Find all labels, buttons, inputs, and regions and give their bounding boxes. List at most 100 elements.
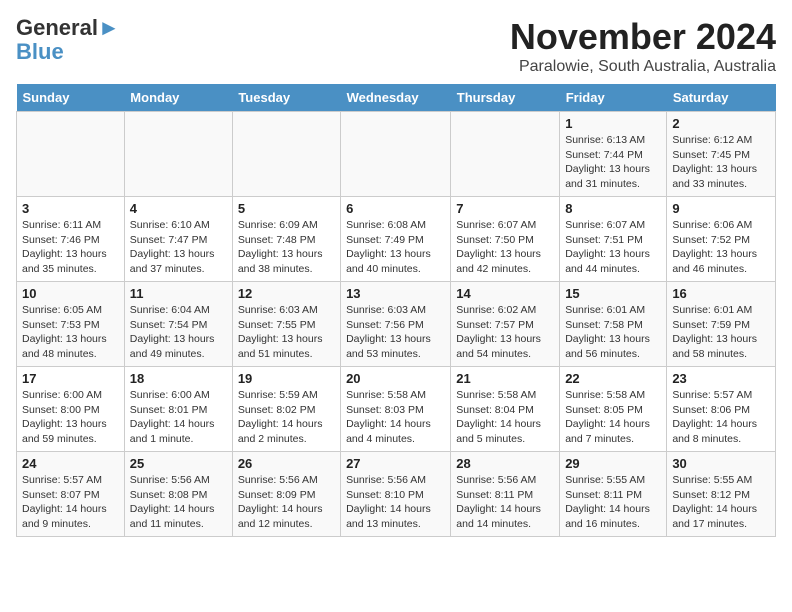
day-info: Sunrise: 6:07 AMSunset: 7:51 PMDaylight:… [565, 218, 661, 277]
calendar-cell: 17Sunrise: 6:00 AMSunset: 8:00 PMDayligh… [17, 367, 125, 452]
calendar-cell: 13 Sunrise: 6:03 AMSunset: 7:56 PMDayligh… [341, 282, 451, 367]
calendar-cell: 4 Sunrise: 6:10 AMSunset: 7:47 PMDaylight… [124, 197, 232, 282]
calendar-cell: 15 Sunrise: 6:01 AMSunset: 7:58 PMDayligh… [560, 282, 667, 367]
calendar-week-row: 10 Sunrise: 6:05 AMSunset: 7:53 PMDayligh… [17, 282, 776, 367]
calendar-cell: 20 Sunrise: 5:58 AMSunset: 8:03 PMDayligh… [341, 367, 451, 452]
day-info: Sunrise: 6:01 AMSunset: 7:58 PMDaylight:… [565, 303, 661, 362]
calendar-cell [451, 112, 560, 197]
day-info: Sunrise: 5:57 AMSunset: 8:07 PMDaylight:… [22, 473, 119, 532]
day-number: 3 [22, 201, 119, 216]
weekday-header-sunday: Sunday [17, 84, 125, 112]
day-number: 12 [238, 286, 335, 301]
day-info: Sunrise: 5:56 AMSunset: 8:10 PMDaylight:… [346, 473, 445, 532]
logo: General► Blue [16, 16, 120, 64]
day-number: 27 [346, 456, 445, 471]
calendar-cell [232, 112, 340, 197]
calendar-cell: 5Sunrise: 6:09 AMSunset: 7:48 PMDaylight… [232, 197, 340, 282]
day-info: Sunrise: 5:56 AMSunset: 8:09 PMDaylight:… [238, 473, 335, 532]
calendar-cell: 21Sunrise: 5:58 AMSunset: 8:04 PMDayligh… [451, 367, 560, 452]
calendar-subtitle: Paralowie, South Australia, Australia [510, 58, 776, 76]
calendar-cell: 10 Sunrise: 6:05 AMSunset: 7:53 PMDayligh… [17, 282, 125, 367]
day-number: 20 [346, 371, 445, 386]
calendar-cell: 2Sunrise: 6:12 AMSunset: 7:45 PMDaylight… [667, 112, 776, 197]
calendar-title: November 2024 [510, 16, 776, 58]
calendar-cell [341, 112, 451, 197]
day-number: 24 [22, 456, 119, 471]
day-number: 18 [130, 371, 227, 386]
day-info: Sunrise: 6:10 AMSunset: 7:47 PMDaylight:… [130, 218, 227, 277]
weekday-header-tuesday: Tuesday [232, 84, 340, 112]
weekday-header-wednesday: Wednesday [341, 84, 451, 112]
day-number: 13 [346, 286, 445, 301]
day-info: Sunrise: 6:11 AMSunset: 7:46 PMDaylight:… [22, 218, 119, 277]
logo-line2: Blue [16, 40, 120, 64]
day-info: Sunrise: 6:13 AMSunset: 7:44 PMDaylight:… [565, 133, 661, 192]
calendar-cell: 24 Sunrise: 5:57 AMSunset: 8:07 PMDayligh… [17, 452, 125, 537]
calendar-cell: 23Sunrise: 5:57 AMSunset: 8:06 PMDayligh… [667, 367, 776, 452]
calendar-cell: 26Sunrise: 5:56 AMSunset: 8:09 PMDayligh… [232, 452, 340, 537]
calendar-cell: 19 Sunrise: 5:59 AMSunset: 8:02 PMDayligh… [232, 367, 340, 452]
day-info: Sunrise: 6:00 AMSunset: 8:01 PMDaylight:… [130, 388, 227, 447]
logo-line1: General► [16, 16, 120, 40]
calendar-week-row: 24 Sunrise: 5:57 AMSunset: 8:07 PMDayligh… [17, 452, 776, 537]
day-info: Sunrise: 5:58 AMSunset: 8:03 PMDaylight:… [346, 388, 445, 447]
calendar-cell: 27 Sunrise: 5:56 AMSunset: 8:10 PMDayligh… [341, 452, 451, 537]
calendar-cell: 8Sunrise: 6:07 AMSunset: 7:51 PMDaylight… [560, 197, 667, 282]
day-number: 6 [346, 201, 445, 216]
day-info: Sunrise: 5:58 AMSunset: 8:05 PMDaylight:… [565, 388, 661, 447]
day-number: 9 [672, 201, 770, 216]
day-info: Sunrise: 5:58 AMSunset: 8:04 PMDaylight:… [456, 388, 554, 447]
calendar-cell: 25Sunrise: 5:56 AMSunset: 8:08 PMDayligh… [124, 452, 232, 537]
day-number: 29 [565, 456, 661, 471]
day-info: Sunrise: 6:05 AMSunset: 7:53 PMDaylight:… [22, 303, 119, 362]
day-info: Sunrise: 5:59 AMSunset: 8:02 PMDaylight:… [238, 388, 335, 447]
day-number: 14 [456, 286, 554, 301]
day-info: Sunrise: 6:09 AMSunset: 7:48 PMDaylight:… [238, 218, 335, 277]
day-number: 28 [456, 456, 554, 471]
day-number: 16 [672, 286, 770, 301]
day-number: 7 [456, 201, 554, 216]
day-info: Sunrise: 6:01 AMSunset: 7:59 PMDaylight:… [672, 303, 770, 362]
calendar-cell: 3 Sunrise: 6:11 AMSunset: 7:46 PMDaylight… [17, 197, 125, 282]
calendar-cell: 16 Sunrise: 6:01 AMSunset: 7:59 PMDayligh… [667, 282, 776, 367]
weekday-header-thursday: Thursday [451, 84, 560, 112]
page-header: General► Blue November 2024 Paralowie, S… [16, 16, 776, 76]
calendar-week-row: 3 Sunrise: 6:11 AMSunset: 7:46 PMDaylight… [17, 197, 776, 282]
day-number: 2 [672, 116, 770, 131]
weekday-header-row: SundayMondayTuesdayWednesdayThursdayFrid… [17, 84, 776, 112]
calendar-cell: 11 Sunrise: 6:04 AMSunset: 7:54 PMDayligh… [124, 282, 232, 367]
day-info: Sunrise: 6:08 AMSunset: 7:49 PMDaylight:… [346, 218, 445, 277]
day-number: 17 [22, 371, 119, 386]
calendar-cell: 29 Sunrise: 5:55 AMSunset: 8:11 PMDayligh… [560, 452, 667, 537]
calendar-cell: 9Sunrise: 6:06 AMSunset: 7:52 PMDaylight… [667, 197, 776, 282]
day-info: Sunrise: 5:55 AMSunset: 8:11 PMDaylight:… [565, 473, 661, 532]
day-number: 22 [565, 371, 661, 386]
day-info: Sunrise: 6:07 AMSunset: 7:50 PMDaylight:… [456, 218, 554, 277]
calendar-cell: 18 Sunrise: 6:00 AMSunset: 8:01 PMDayligh… [124, 367, 232, 452]
day-number: 10 [22, 286, 119, 301]
day-info: Sunrise: 5:56 AMSunset: 8:08 PMDaylight:… [130, 473, 227, 532]
day-number: 19 [238, 371, 335, 386]
day-info: Sunrise: 6:02 AMSunset: 7:57 PMDaylight:… [456, 303, 554, 362]
calendar-cell [17, 112, 125, 197]
weekday-header-saturday: Saturday [667, 84, 776, 112]
day-info: Sunrise: 5:56 AMSunset: 8:11 PMDaylight:… [456, 473, 554, 532]
calendar-week-row: 17Sunrise: 6:00 AMSunset: 8:00 PMDayligh… [17, 367, 776, 452]
day-number: 11 [130, 286, 227, 301]
calendar-cell: 12 Sunrise: 6:03 AMSunset: 7:55 PMDayligh… [232, 282, 340, 367]
calendar-cell: 7 Sunrise: 6:07 AMSunset: 7:50 PMDaylight… [451, 197, 560, 282]
day-info: Sunrise: 6:03 AMSunset: 7:56 PMDaylight:… [346, 303, 445, 362]
calendar-cell [124, 112, 232, 197]
calendar-table: SundayMondayTuesdayWednesdayThursdayFrid… [16, 84, 776, 537]
day-info: Sunrise: 6:03 AMSunset: 7:55 PMDaylight:… [238, 303, 335, 362]
day-info: Sunrise: 6:04 AMSunset: 7:54 PMDaylight:… [130, 303, 227, 362]
calendar-cell: 1 Sunrise: 6:13 AMSunset: 7:44 PMDaylight… [560, 112, 667, 197]
day-info: Sunrise: 5:57 AMSunset: 8:06 PMDaylight:… [672, 388, 770, 447]
calendar-cell: 14 Sunrise: 6:02 AMSunset: 7:57 PMDayligh… [451, 282, 560, 367]
day-number: 15 [565, 286, 661, 301]
day-number: 1 [565, 116, 661, 131]
calendar-cell: 22 Sunrise: 5:58 AMSunset: 8:05 PMDayligh… [560, 367, 667, 452]
day-number: 30 [672, 456, 770, 471]
calendar-cell: 28 Sunrise: 5:56 AMSunset: 8:11 PMDayligh… [451, 452, 560, 537]
day-number: 4 [130, 201, 227, 216]
